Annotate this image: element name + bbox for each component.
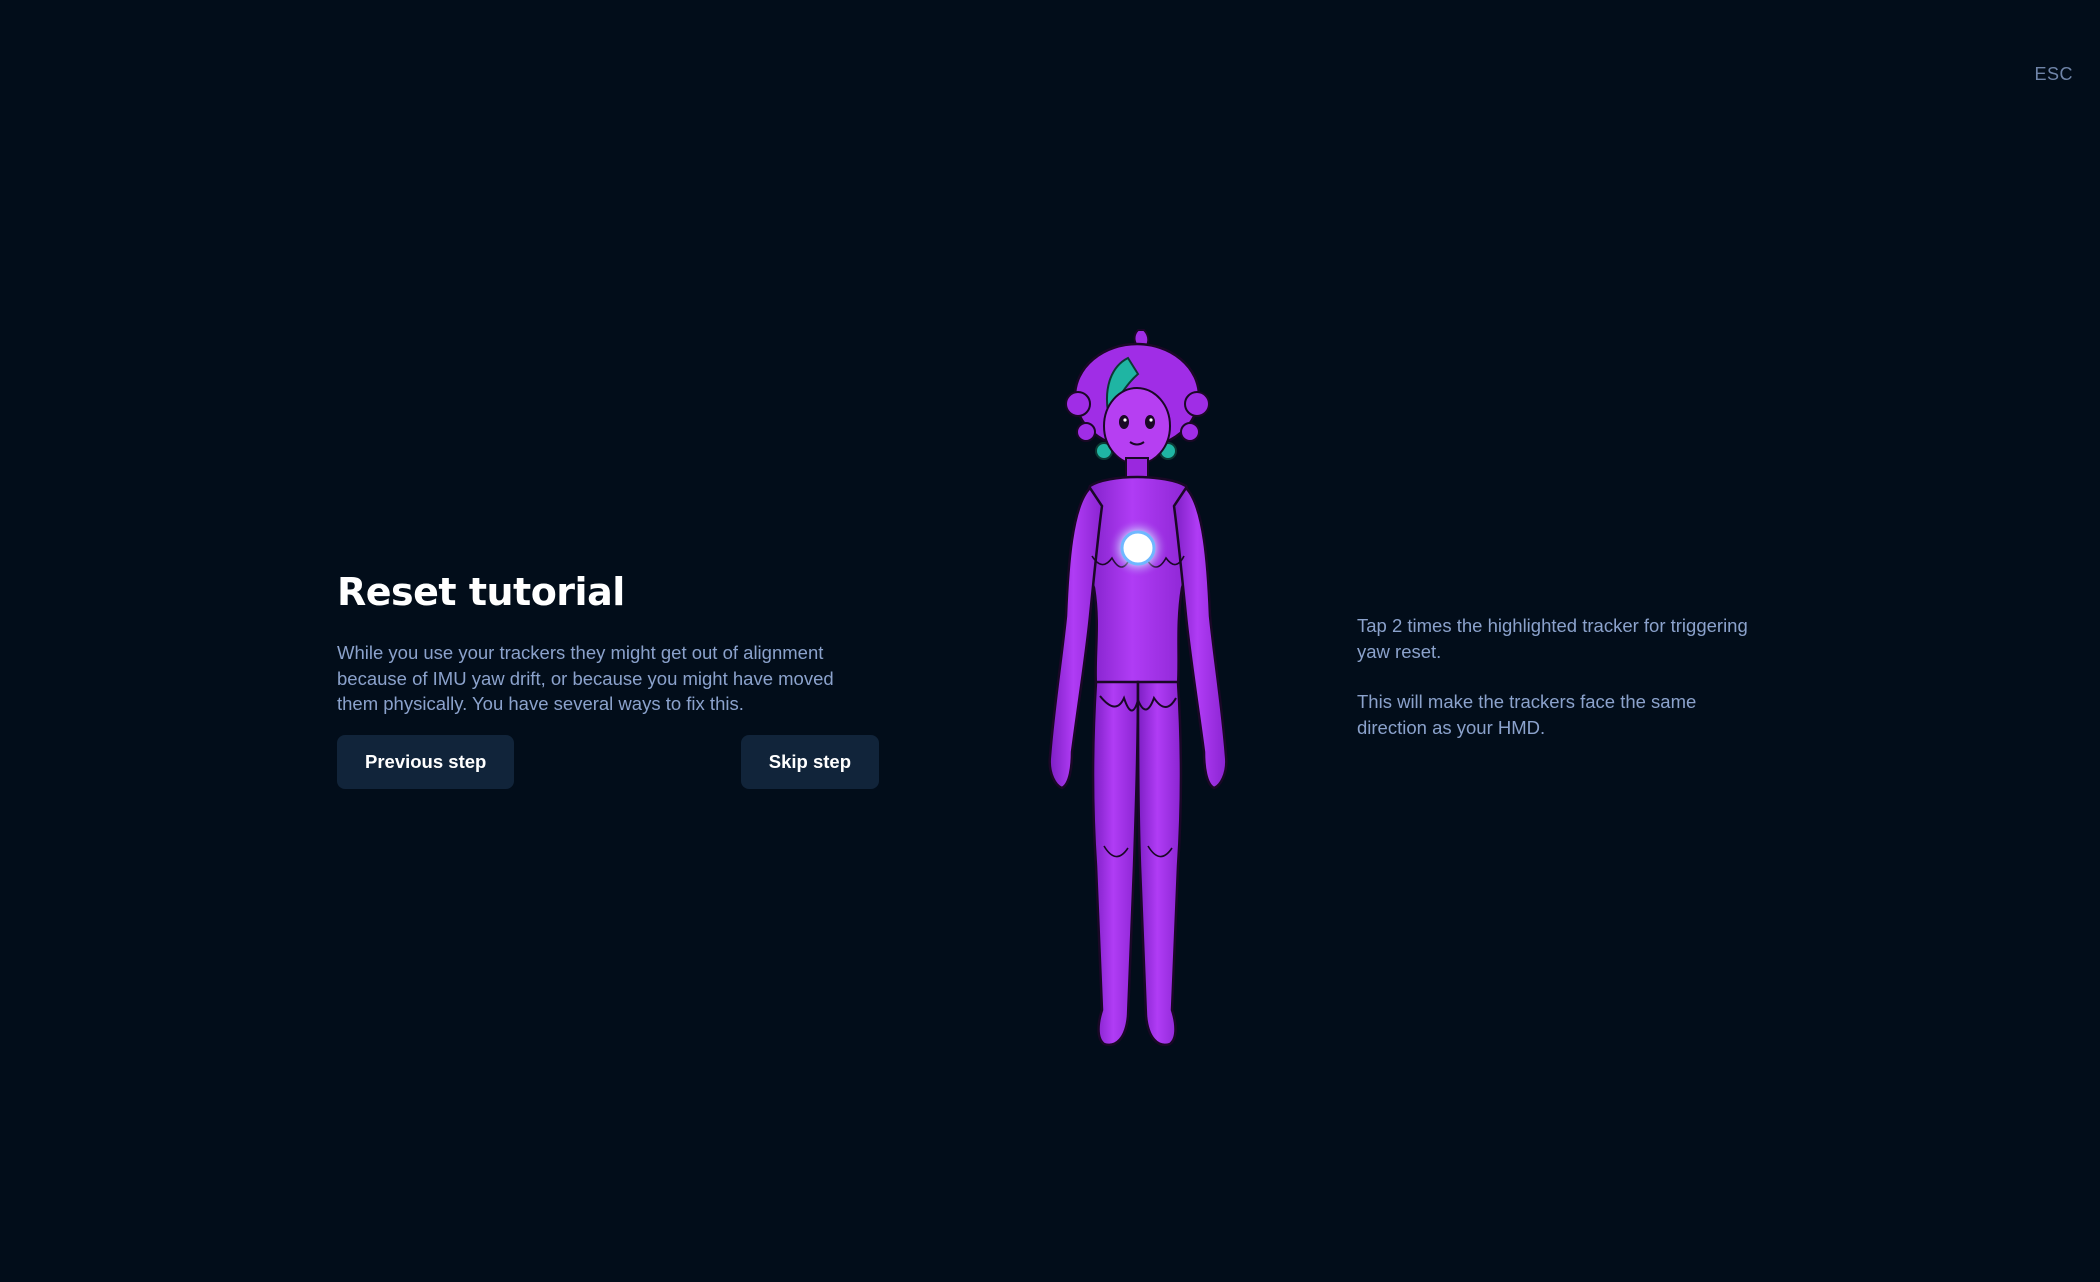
avatar-figure <box>1020 326 1260 1058</box>
instruction-tap: Tap 2 times the highlighted tracker for … <box>1357 615 1748 662</box>
tracker-highlight-icon[interactable] <box>1120 530 1156 566</box>
previous-step-button[interactable]: Previous step <box>337 734 515 789</box>
skip-step-button[interactable]: Skip step <box>740 734 879 789</box>
page-title: Reset tutorial <box>337 570 625 614</box>
esc-button[interactable]: ESC <box>2034 64 2073 85</box>
button-row: Previous step Skip step <box>337 734 879 789</box>
avatar-body-icon <box>1048 329 1228 1047</box>
tutorial-panel: Reset tutorial While you use your tracke… <box>337 570 879 789</box>
instructions-panel: Tap 2 times the highlighted tracker for … <box>1357 613 1757 765</box>
tutorial-description: While you use your trackers they might g… <box>337 642 834 714</box>
instruction-effect: This will make the trackers face the sam… <box>1357 691 1697 738</box>
